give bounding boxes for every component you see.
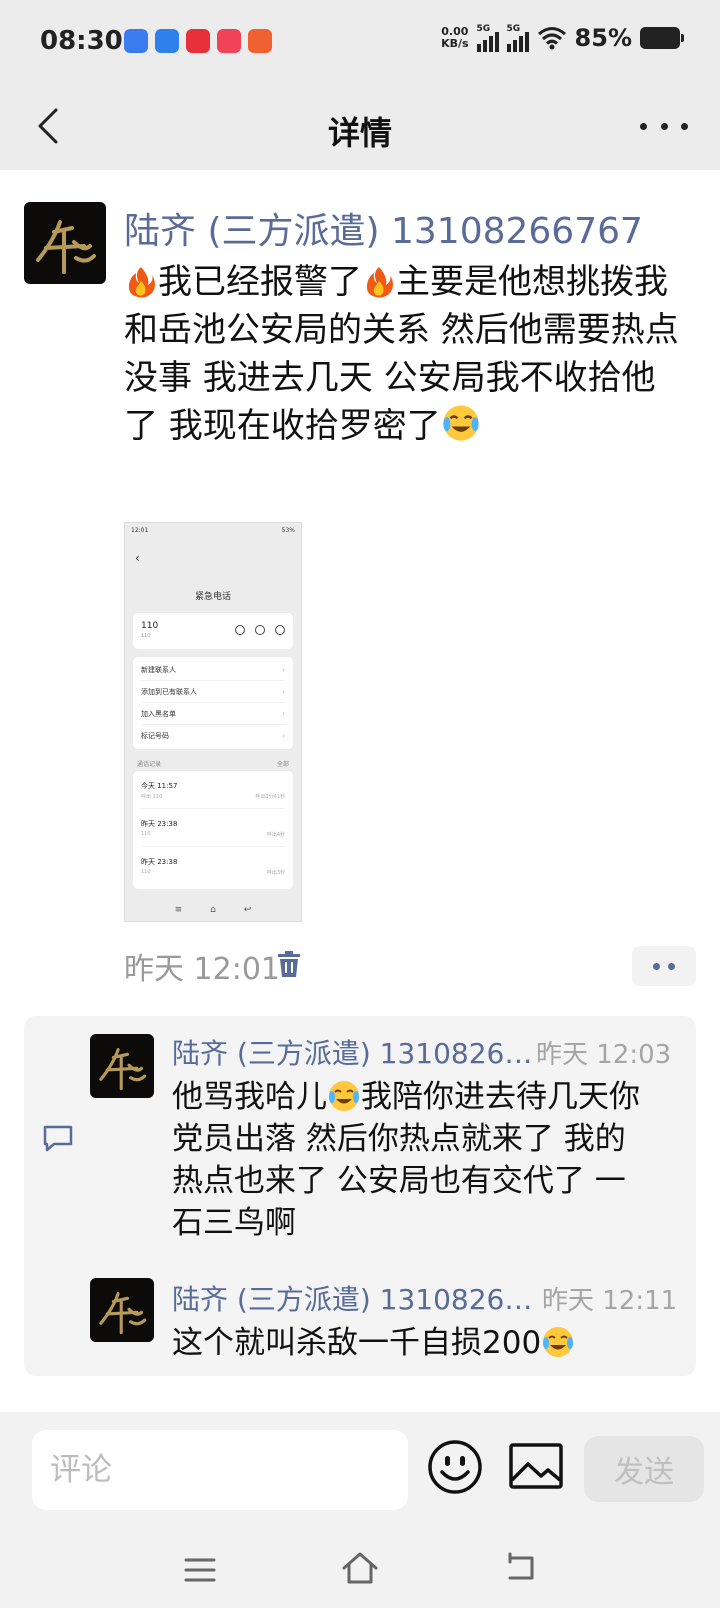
comment-author[interactable]: 陆齐 (三方派遣) 1310826…: [172, 1032, 532, 1072]
battery-percent: 85%: [574, 24, 632, 52]
home-icon[interactable]: [340, 1550, 380, 1586]
signal-icon-2: 5G: [506, 24, 529, 52]
more-options-button[interactable]: [640, 114, 688, 138]
app-icon-2: [155, 29, 179, 53]
image-button[interactable]: [508, 1442, 564, 1492]
back-icon[interactable]: [504, 1552, 538, 1584]
emoji-button[interactable]: [426, 1438, 484, 1496]
dot-icon: [660, 122, 668, 130]
network-speed: 0.00 KB/s: [441, 25, 469, 50]
dot-icon: [653, 962, 660, 970]
header: 详情: [0, 84, 720, 170]
phone-icon: [235, 625, 245, 635]
comment-bar: 发送: [0, 1412, 720, 1608]
app-icon-4: [217, 29, 241, 53]
battery-icon: [640, 27, 684, 49]
avatar-calligraphy-icon: [36, 220, 96, 274]
comment-text: 他骂我哈儿 我陪你进去待几天你党员出落 然后你热点就来了 我的热点也来了 公安局也…: [172, 1079, 640, 1241]
comment-time: 昨天 12:03: [536, 1040, 672, 1070]
crying-laughing-emoji-icon: [329, 1081, 359, 1111]
wifi-icon: [537, 27, 566, 50]
post-author[interactable]: 陆齐 (三方派遣) 13108266767: [124, 202, 643, 254]
back-icon: ↩: [243, 905, 252, 915]
comment-input-box[interactable]: [32, 1430, 408, 1510]
comment-avatar[interactable]: [90, 1278, 154, 1342]
notification-icons: [124, 29, 272, 53]
comment-time: 昨天 12:11: [542, 1286, 678, 1316]
crying-laughing-emoji-icon: [443, 405, 479, 441]
avatar[interactable]: [24, 202, 106, 284]
chevron-left-icon: ‹: [135, 551, 140, 565]
comment-input[interactable]: [32, 1430, 408, 1510]
message-icon: [275, 625, 285, 635]
post-image[interactable]: 12:01 53% ‹ 紧急电话 110 110 新建联系人 添加到已有联系人 …: [124, 522, 302, 922]
crying-laughing-emoji-icon: [543, 1327, 574, 1357]
comment-icon: [43, 1125, 73, 1152]
avatar-calligraphy-icon: [99, 1292, 147, 1335]
send-button[interactable]: 发送: [584, 1436, 704, 1502]
post-more-button[interactable]: [632, 946, 696, 986]
status-bar: 08:30 0.00 KB/s 5G 5G 85%: [0, 0, 720, 84]
menu-icon: ≡: [174, 905, 183, 915]
fire-emoji-icon: [128, 267, 155, 298]
fire-emoji-icon: [366, 267, 393, 298]
avatar-calligraphy-icon: [99, 1048, 147, 1091]
trash-icon[interactable]: [276, 950, 302, 978]
menu-icon[interactable]: [184, 1556, 216, 1584]
status-time: 08:30: [40, 26, 123, 56]
app-icon-1: [124, 29, 148, 53]
comment-author[interactable]: 陆齐 (三方派遣) 1310826…: [172, 1278, 532, 1318]
post-time: 昨天 12:01: [124, 952, 280, 987]
dot-icon: [668, 962, 675, 970]
video-icon: [255, 625, 265, 635]
comment-avatar[interactable]: [90, 1034, 154, 1098]
app-icon-3: [186, 29, 210, 53]
calls-card: 今天 11:57 呼出 110 呼出1分41秒 昨天 23:38 110 呼出4秒 昨天…: [133, 771, 293, 889]
post-content: 我已经报警了 主要是他想挑拨我和岳池公安局的关系 然后他需要热点 没事 我进去几天…: [124, 262, 679, 446]
system-navigation-bar: [0, 1540, 720, 1600]
dot-icon: [640, 122, 647, 130]
actions-card: 新建联系人 添加到已有联系人 加入黑名单 标记号码: [133, 657, 293, 749]
status-indicators: 0.00 KB/s 5G 5G 85%: [441, 24, 684, 52]
number-card: 110 110: [133, 613, 293, 649]
home-icon: ⌂: [210, 905, 216, 915]
comment-text: 这个就叫杀敌一千自损200: [172, 1322, 652, 1364]
signal-icon: 5G: [476, 24, 499, 52]
page-title: 详情: [327, 114, 392, 152]
app-icon-5: [248, 29, 272, 53]
dot-icon: [681, 122, 688, 130]
